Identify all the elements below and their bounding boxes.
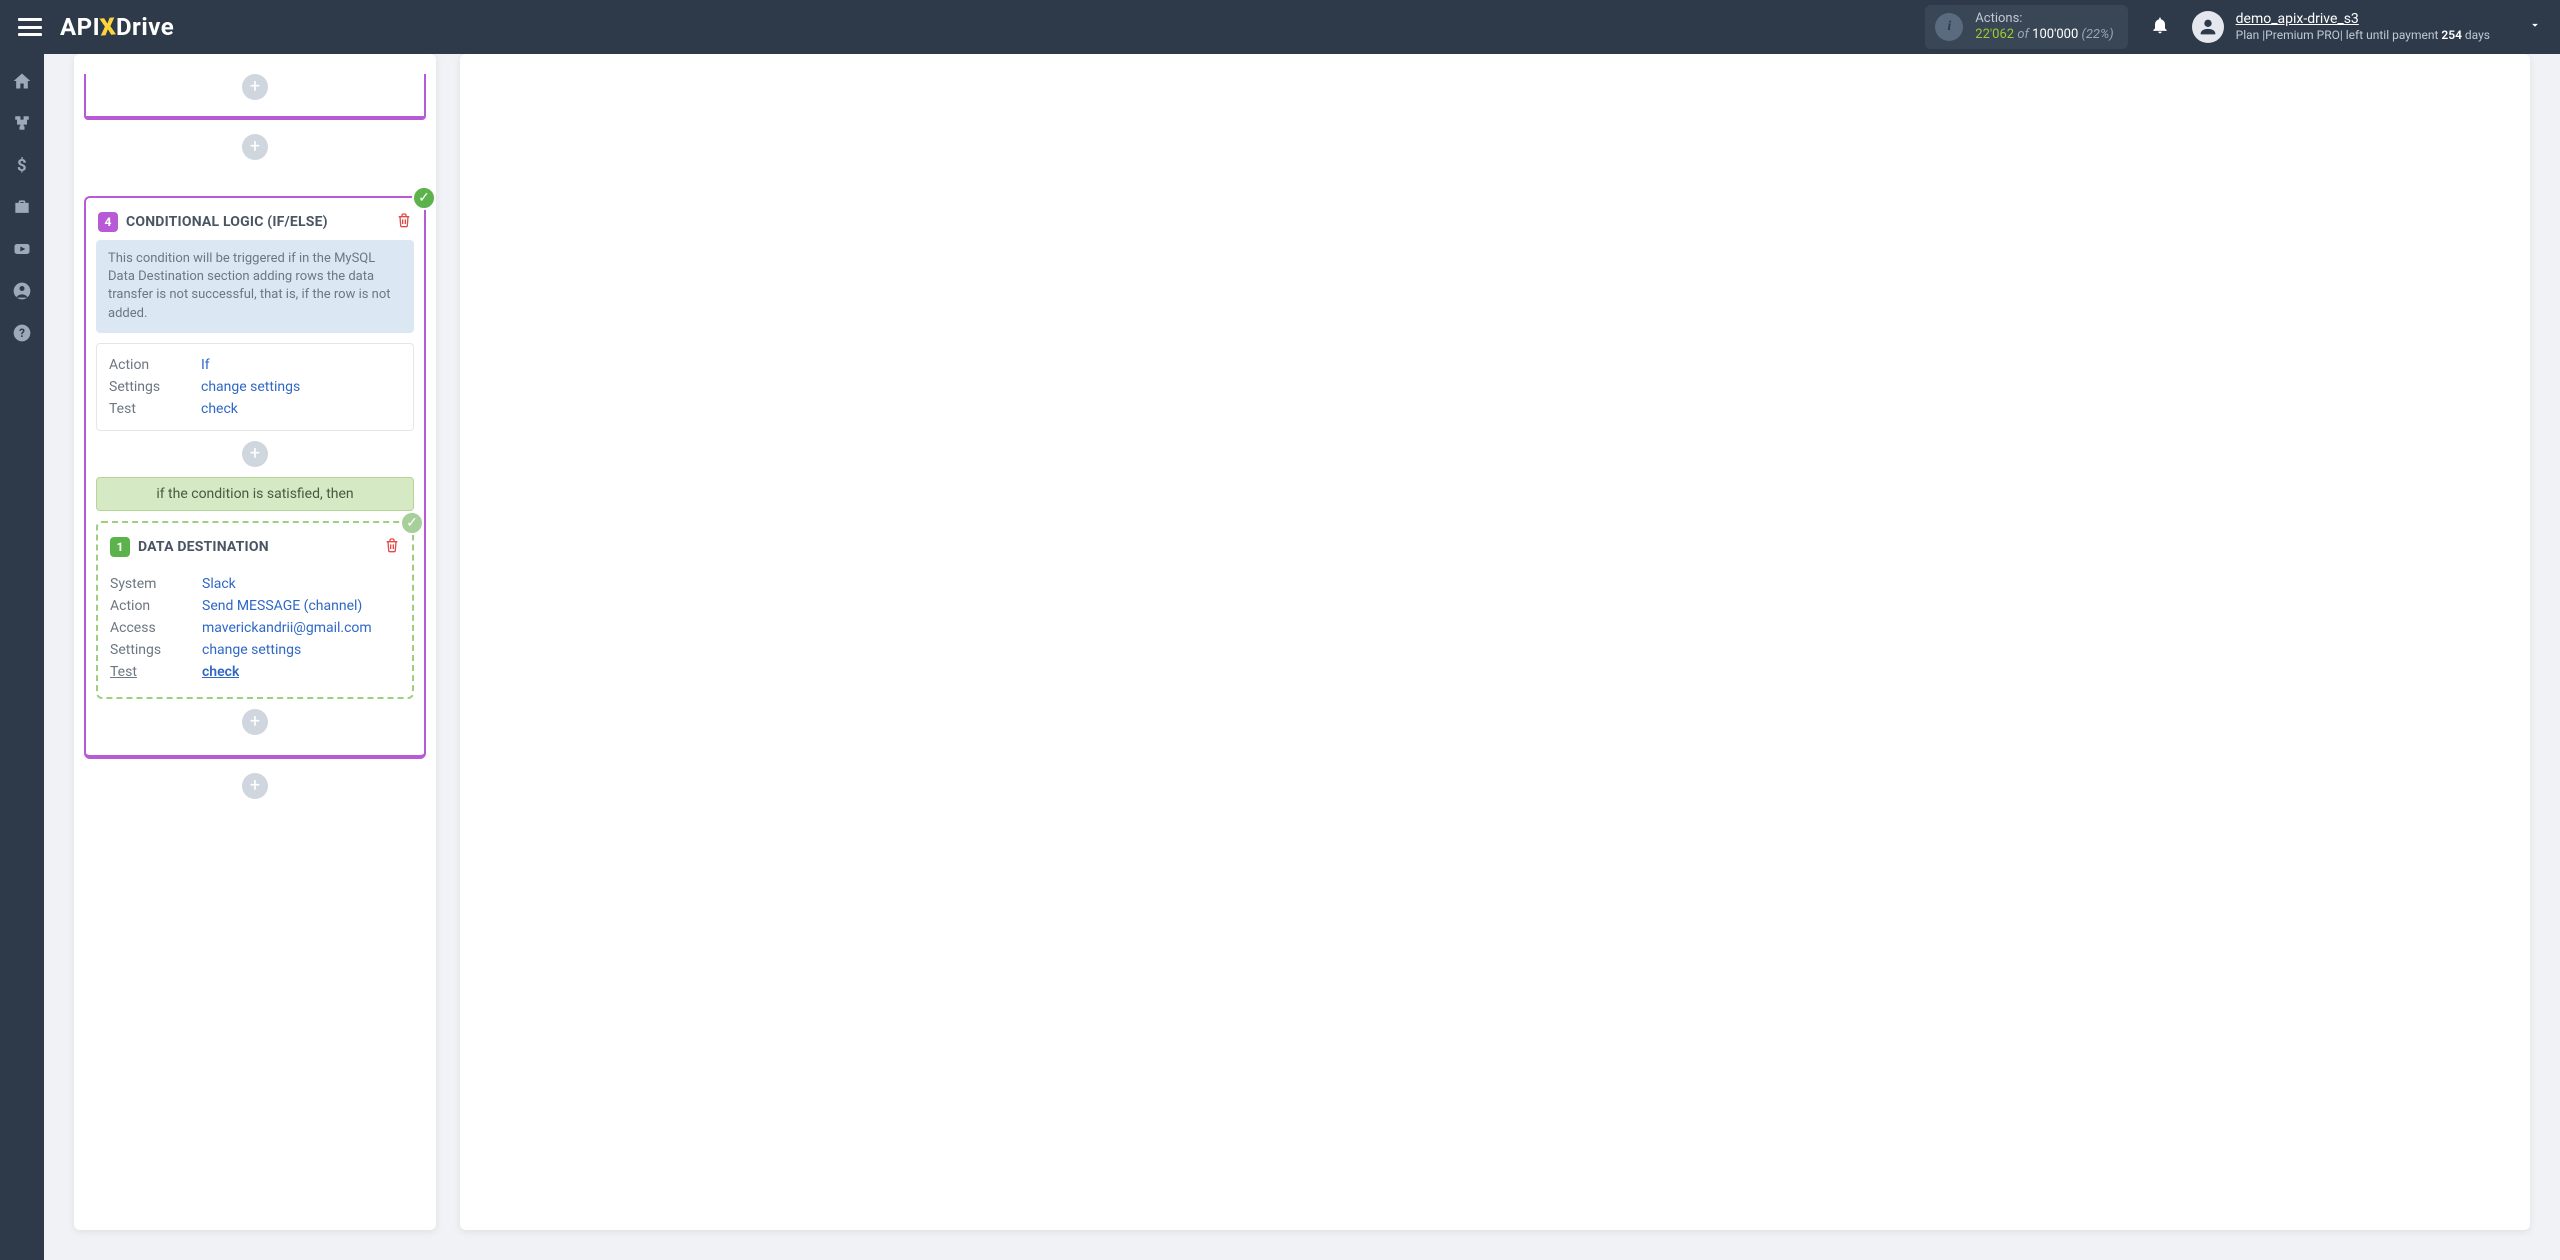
svg-text:?: ?	[19, 326, 25, 340]
nav-briefcase-icon[interactable]	[0, 186, 44, 228]
nav-help-icon[interactable]: ?	[0, 312, 44, 354]
attr-access-link[interactable]: maverickandrii@gmail.com	[202, 620, 372, 636]
nav-home-icon[interactable]	[0, 60, 44, 102]
page-body: $ ? + + ✓ 4 CONDITIONAL LOGIC (IF/ELSE)	[0, 54, 2560, 1260]
actions-counter[interactable]: i Actions: 22'062 of 100'000 (22%)	[1925, 5, 2127, 50]
sidebar-nav: $ ?	[0, 54, 44, 1260]
delete-icon[interactable]	[384, 537, 400, 557]
actions-total: 100'000	[2032, 27, 2078, 42]
add-step-button[interactable]: +	[242, 74, 268, 100]
if-then-label: if the condition is satisfied, then	[96, 477, 414, 511]
nav-connections-icon[interactable]	[0, 102, 44, 144]
status-ok-icon: ✓	[412, 186, 436, 210]
conditional-logic-card: ✓ 4 CONDITIONAL LOGIC (IF/ELSE) This con…	[84, 196, 426, 759]
actions-used: 22'062	[1975, 27, 2014, 42]
user-menu[interactable]: demo_apix-drive_s3 Plan |Premium PRO| le…	[2192, 11, 2542, 44]
chevron-down-icon[interactable]	[2528, 18, 2542, 36]
attr-system-link[interactable]: Slack	[202, 576, 236, 592]
user-text: demo_apix-drive_s3 Plan |Premium PRO| le…	[2236, 11, 2490, 44]
step-number-badge: 4	[98, 212, 118, 232]
attr-key-action: Action	[109, 357, 191, 373]
step-number-badge: 1	[110, 537, 130, 557]
username: demo_apix-drive_s3	[2236, 11, 2490, 29]
nav-profile-icon[interactable]	[0, 270, 44, 312]
info-icon: i	[1935, 13, 1963, 41]
main-area: + + ✓ 4 CONDITIONAL LOGIC (IF/ELSE) This…	[44, 54, 2560, 1260]
attr-key-system: System	[110, 576, 192, 592]
right-panel	[460, 54, 2530, 1230]
app-logo[interactable]: APIXDrive	[60, 13, 174, 41]
menu-toggle[interactable]	[18, 18, 42, 36]
add-step-button[interactable]: +	[242, 441, 268, 467]
nav-video-icon[interactable]	[0, 228, 44, 270]
actions-label: Actions:	[1975, 11, 2113, 27]
attr-key-action: Action	[110, 598, 192, 614]
attr-test-link[interactable]: check	[202, 664, 239, 680]
header-right: i Actions: 22'062 of 100'000 (22%) demo_…	[1925, 5, 2542, 50]
flow-panel: + + ✓ 4 CONDITIONAL LOGIC (IF/ELSE) This…	[74, 54, 436, 1230]
attr-key-settings: Settings	[109, 379, 191, 395]
attr-key-access: Access	[110, 620, 192, 636]
add-step-button[interactable]: +	[242, 773, 268, 799]
add-step-button[interactable]: +	[242, 134, 268, 160]
attr-settings-link[interactable]: change settings	[201, 379, 300, 395]
plan-days: 254	[2441, 28, 2462, 42]
actions-text: Actions: 22'062 of 100'000 (22%)	[1975, 11, 2113, 44]
delete-icon[interactable]	[396, 212, 412, 232]
top-header: APIXDrive i Actions: 22'062 of 100'000 (…	[0, 0, 2560, 54]
plan-line: Plan |Premium PRO| left until payment 25…	[2236, 28, 2490, 43]
attr-action-link[interactable]: If	[201, 357, 210, 373]
svg-text:$: $	[17, 157, 27, 175]
condition-description: This condition will be triggered if in t…	[96, 240, 414, 333]
logo-text-right: Drive	[116, 13, 174, 41]
attr-key-settings: Settings	[110, 642, 192, 658]
notifications-icon[interactable]	[2150, 15, 2170, 40]
actions-pct: (22%)	[2082, 27, 2114, 42]
card-title: DATA DESTINATION	[138, 539, 269, 555]
actions-of: of	[2017, 27, 2029, 42]
logo-x: X	[99, 12, 117, 41]
previous-card-truncated: +	[84, 74, 426, 120]
status-ok-icon: ✓	[400, 511, 424, 535]
logo-text-left: API	[60, 13, 100, 41]
logic-attr-box: Action If Settings change settings Test …	[96, 343, 414, 431]
plan-prefix: Plan |Premium PRO| left until payment	[2236, 28, 2442, 42]
attr-key-test: Test	[109, 401, 191, 417]
card-header: 4 CONDITIONAL LOGIC (IF/ELSE)	[96, 208, 414, 240]
dest-attr-box: System Slack Action Send MESSAGE (channe…	[108, 569, 402, 687]
card-header: 1 DATA DESTINATION	[108, 533, 402, 565]
nav-billing-icon[interactable]: $	[0, 144, 44, 186]
add-step-button[interactable]: +	[242, 709, 268, 735]
attr-test-link[interactable]: check	[201, 401, 238, 417]
attr-settings-link[interactable]: change settings	[202, 642, 301, 658]
card-title: CONDITIONAL LOGIC (IF/ELSE)	[126, 214, 328, 230]
data-destination-card: ✓ 1 DATA DESTINATION System Slack	[96, 521, 414, 699]
avatar-icon	[2192, 11, 2224, 43]
plan-suffix: days	[2462, 28, 2490, 42]
attr-action-link[interactable]: Send MESSAGE (channel)	[202, 598, 362, 614]
attr-key-test: Test	[110, 664, 192, 680]
